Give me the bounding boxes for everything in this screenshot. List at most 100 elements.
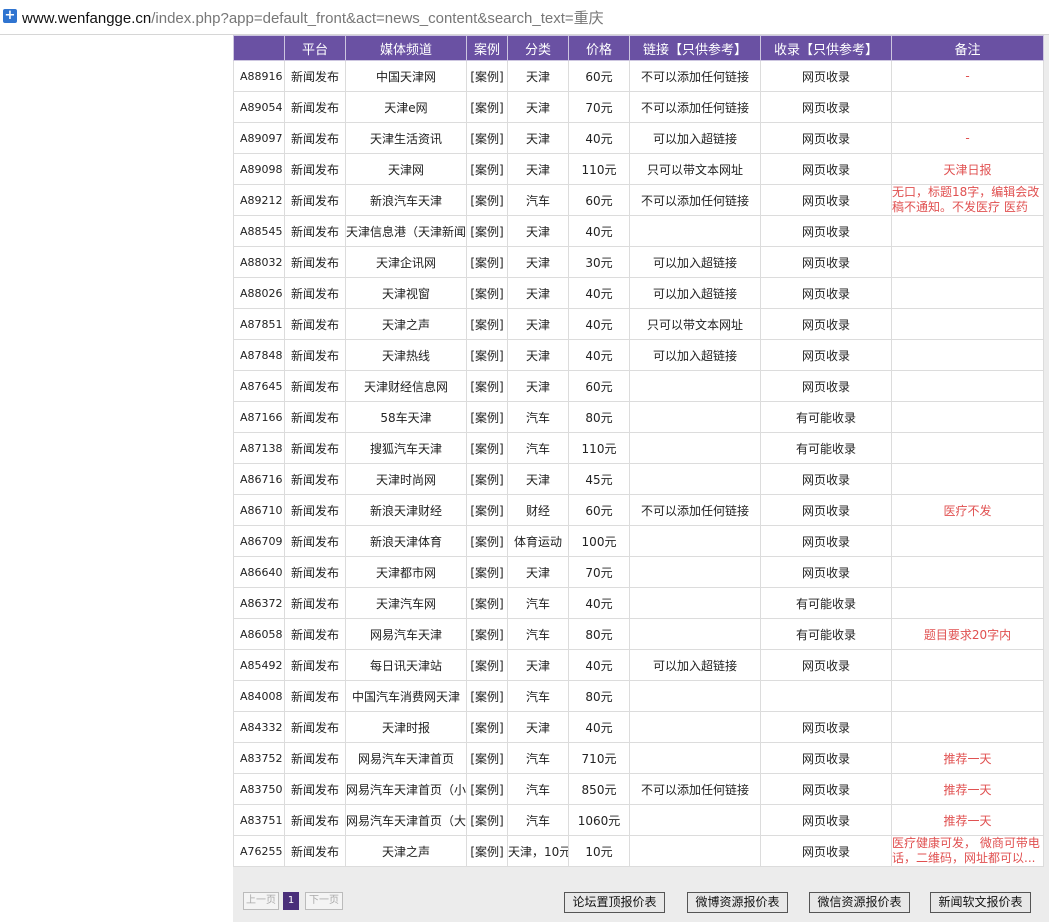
forum-top-price-button[interactable]: 论坛置顶报价表 [564,892,665,913]
cell-platform: 新闻发布 [284,277,346,309]
cell-channel[interactable]: 天津时报 [345,711,467,743]
cell-channel[interactable]: 天津之声 [345,835,467,867]
cell-case-link[interactable]: [案例] [466,60,508,92]
cell-id: A76255 [233,835,285,867]
cell-note [891,246,1044,278]
cell-case-link[interactable]: [案例] [466,587,508,619]
cell-case-link[interactable]: [案例] [466,215,508,247]
cell-case-link[interactable]: [案例] [466,122,508,154]
cell-platform: 新闻发布 [284,680,346,712]
cell-channel[interactable]: 天津汽车网 [345,587,467,619]
cell-platform: 新闻发布 [284,525,346,557]
prev-page-button[interactable]: 上一页 [243,892,279,910]
cell-channel[interactable]: 天津网 [345,153,467,185]
cell-channel[interactable]: 网易汽车天津首页（大 [345,804,467,836]
cell-case-link[interactable]: [案例] [466,370,508,402]
cell-id: A87848 [233,339,285,371]
cell-case-link[interactable]: [案例] [466,773,508,805]
cell-case-link[interactable]: [案例] [466,246,508,278]
cell-category: 天津 [507,277,569,309]
cell-channel[interactable]: 天津时尚网 [345,463,467,495]
cell-channel[interactable]: 搜狐汽车天津 [345,432,467,464]
cell-price: 60元 [568,370,630,402]
cell-channel[interactable]: 新浪天津体育 [345,525,467,557]
cell-price: 60元 [568,60,630,92]
cell-case-link[interactable]: [案例] [466,556,508,588]
table-row: A83750 新闻发布 网易汽车天津首页（小 [案例] 汽车 850元 不可以添加任何链接网… [233,773,1044,805]
cell-link-policy [629,804,761,836]
cell-id: A85492 [233,649,285,681]
cell-case-link[interactable]: [案例] [466,742,508,774]
cell-case-link[interactable]: [案例] [466,432,508,464]
cell-note [891,587,1044,619]
cell-channel[interactable]: 天津财经信息网 [345,370,467,402]
cell-case-link[interactable]: [案例] [466,804,508,836]
cell-platform: 新闻发布 [284,711,346,743]
cell-case-link[interactable]: [案例] [466,401,508,433]
cell-channel[interactable]: 新浪天津财经 [345,494,467,526]
cell-platform: 新闻发布 [284,91,346,123]
cell-index-status: 网页收录 [760,60,892,92]
cell-channel[interactable]: 网易汽车天津 [345,618,467,650]
news-article-price-button[interactable]: 新闻软文报价表 [930,892,1031,913]
header-col-price: 价格 [568,35,630,61]
cell-channel[interactable]: 天津视窗 [345,277,467,309]
cell-index-status: 网页收录 [760,91,892,123]
cell-channel[interactable]: 天津之声 [345,308,467,340]
cell-channel[interactable]: 天津企讯网 [345,246,467,278]
cell-price: 10元 [568,835,630,867]
table-row: A86716 新闻发布 天津时尚网 [案例] 天津 45元 网页收录 [233,463,1044,495]
url-text[interactable]: www.wenfangge.cn/index.php?app=default_f… [22,7,604,28]
cell-channel[interactable]: 中国天津网 [345,60,467,92]
cell-price: 40元 [568,339,630,371]
cell-link-policy: 可以加入超链接 [629,339,761,371]
cell-case-link[interactable]: [案例] [466,463,508,495]
cell-channel[interactable]: 每日讯天津站 [345,649,467,681]
cell-link-policy: 可以加入超链接 [629,277,761,309]
cell-channel[interactable]: 天津信息港（天津新闻 [345,215,467,247]
cell-category: 天津 [507,463,569,495]
cell-channel[interactable]: 中国汽车消费网天津 [345,680,467,712]
cell-case-link[interactable]: [案例] [466,153,508,185]
cell-index-status: 有可能收录 [760,432,892,464]
cell-platform: 新闻发布 [284,122,346,154]
cell-case-link[interactable]: [案例] [466,618,508,650]
weibo-price-button[interactable]: 微博资源报价表 [687,892,788,913]
cell-case-link[interactable]: [案例] [466,525,508,557]
address-bar[interactable]: + www.wenfangge.cn/index.php?app=default… [0,0,1049,35]
next-page-button[interactable]: 下一页 [305,892,343,910]
current-page-button[interactable]: 1 [283,892,299,910]
cell-case-link[interactable]: [案例] [466,494,508,526]
cell-case-link[interactable]: [案例] [466,91,508,123]
table-row: A86372 新闻发布 天津汽车网 [案例] 汽车 40元 有可能收录 [233,587,1044,619]
cell-channel[interactable]: 天津都市网 [345,556,467,588]
header-col-note: 备注 [891,35,1044,61]
cell-case-link[interactable]: [案例] [466,184,508,216]
cell-channel[interactable]: 网易汽车天津首页（小 [345,773,467,805]
cell-platform: 新闻发布 [284,60,346,92]
cell-channel[interactable]: 网易汽车天津首页 [345,742,467,774]
cell-case-link[interactable]: [案例] [466,308,508,340]
cell-category: 汽车 [507,618,569,650]
cell-category: 天津 [507,556,569,588]
cell-channel[interactable]: 天津e网 [345,91,467,123]
cell-case-link[interactable]: [案例] [466,277,508,309]
cell-channel[interactable]: 天津生活资讯 [345,122,467,154]
cell-index-status: 网页收录 [760,308,892,340]
cell-case-link[interactable]: [案例] [466,339,508,371]
cell-channel[interactable]: 新浪汽车天津 [345,184,467,216]
cell-case-link[interactable]: [案例] [466,835,508,867]
site-plus-icon: + [3,8,17,23]
cell-link-policy [629,711,761,743]
cell-case-link[interactable]: [案例] [466,711,508,743]
cell-case-link[interactable]: [案例] [466,680,508,712]
wechat-price-button[interactable]: 微信资源报价表 [809,892,910,913]
cell-id: A86710 [233,494,285,526]
cell-category: 天津 [507,711,569,743]
cell-case-link[interactable]: [案例] [466,649,508,681]
cell-price: 40元 [568,711,630,743]
cell-category: 天津 [507,122,569,154]
cell-index-status: 网页收录 [760,649,892,681]
cell-channel[interactable]: 58车天津 [345,401,467,433]
cell-channel[interactable]: 天津热线 [345,339,467,371]
